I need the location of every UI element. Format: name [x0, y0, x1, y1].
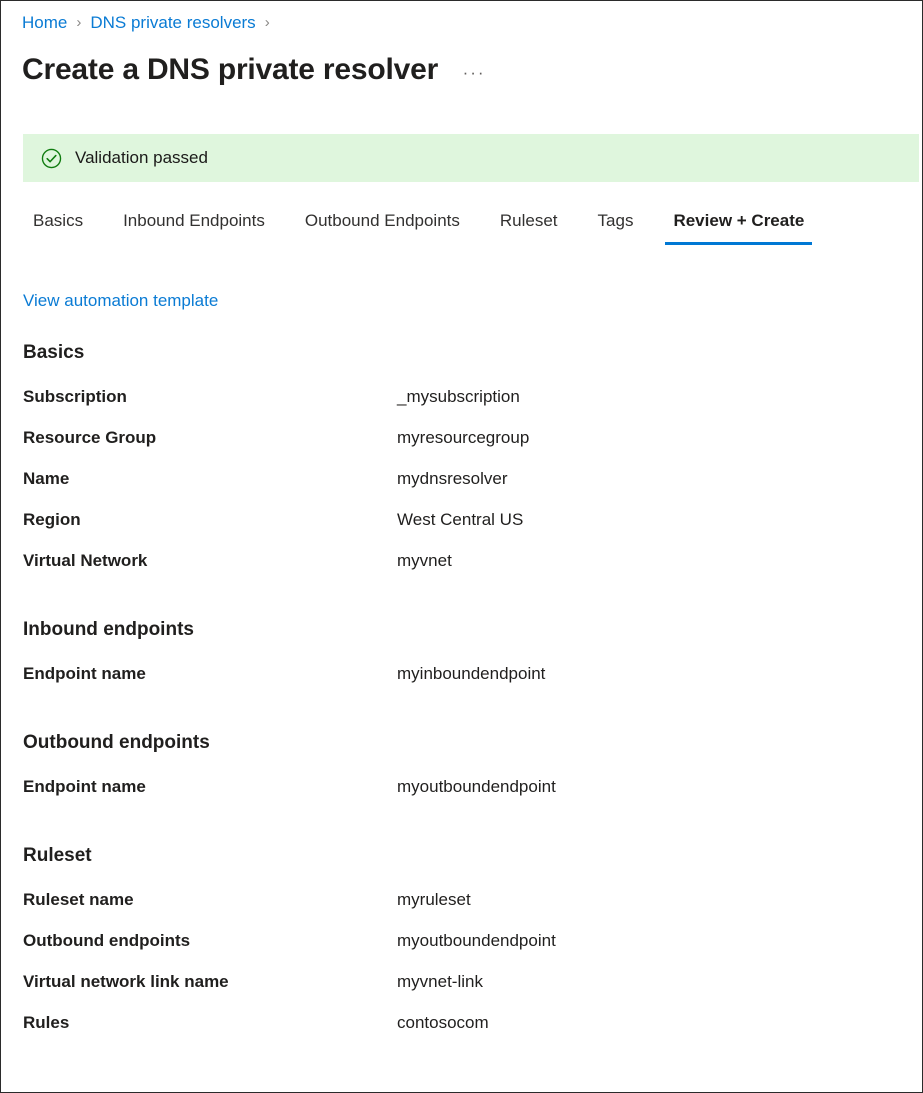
table-row: Outbound endpoints myoutboundendpoint — [23, 931, 903, 972]
validation-banner: Validation passed — [23, 134, 919, 182]
tab-outbound-endpoints[interactable]: Outbound Endpoints — [295, 207, 470, 245]
row-value: myinboundendpoint — [397, 664, 545, 684]
row-label: Outbound endpoints — [23, 931, 397, 951]
section-heading: Ruleset — [23, 844, 903, 868]
table-row: Name mydnsresolver — [23, 469, 903, 510]
row-label: Ruleset name — [23, 890, 397, 910]
row-value: myvnet-link — [397, 972, 483, 992]
tab-inbound-endpoints[interactable]: Inbound Endpoints — [113, 207, 275, 245]
row-value: West Central US — [397, 510, 523, 530]
breadcrumb-item-home[interactable]: Home — [22, 13, 67, 33]
breadcrumb-item-dns-private-resolvers[interactable]: DNS private resolvers — [90, 13, 255, 33]
section-ruleset: Ruleset Ruleset name myruleset Outbound … — [23, 844, 903, 1054]
section-heading: Basics — [23, 341, 903, 365]
row-value: mydnsresolver — [397, 469, 508, 489]
row-value: myruleset — [397, 890, 471, 910]
wizard-tabs: Basics Inbound Endpoints Outbound Endpoi… — [23, 207, 814, 245]
validation-message: Validation passed — [75, 148, 208, 168]
row-label: Rules — [23, 1013, 397, 1033]
portal-blade: Home › DNS private resolvers › Create a … — [0, 0, 923, 1093]
row-value: myvnet — [397, 551, 452, 571]
section-basics: Basics Subscription _mysubscription Reso… — [23, 341, 903, 592]
title-row: Create a DNS private resolver ··· — [22, 51, 488, 89]
row-label: Endpoint name — [23, 664, 397, 684]
breadcrumb-separator-icon: › — [76, 14, 81, 31]
table-row: Resource Group myresourcegroup — [23, 428, 903, 469]
breadcrumb: Home › DNS private resolvers › — [22, 11, 279, 35]
view-automation-template-link[interactable]: View automation template — [23, 291, 218, 311]
table-row: Virtual network link name myvnet-link — [23, 972, 903, 1013]
row-label: Subscription — [23, 387, 397, 407]
breadcrumb-separator-icon-2: › — [265, 14, 270, 31]
row-label: Name — [23, 469, 397, 489]
row-label: Virtual Network — [23, 551, 397, 571]
table-row: Subscription _mysubscription — [23, 387, 903, 428]
section-heading: Inbound endpoints — [23, 618, 903, 642]
table-row: Rules contosocom — [23, 1013, 903, 1054]
table-row: Virtual Network myvnet — [23, 551, 903, 592]
row-value: _mysubscription — [397, 387, 520, 407]
row-label: Resource Group — [23, 428, 397, 448]
section-inbound-endpoints: Inbound endpoints Endpoint name myinboun… — [23, 618, 903, 705]
table-row: Endpoint name myoutboundendpoint — [23, 777, 903, 818]
row-label: Region — [23, 510, 397, 530]
section-heading: Outbound endpoints — [23, 731, 903, 755]
row-value: myoutboundendpoint — [397, 931, 556, 951]
check-circle-icon — [41, 148, 62, 169]
review-content: View automation template Basics Subscrip… — [23, 291, 903, 1054]
row-value: myresourcegroup — [397, 428, 529, 448]
more-options-icon[interactable]: ··· — [460, 61, 488, 85]
row-label: Endpoint name — [23, 777, 397, 797]
table-row: Region West Central US — [23, 510, 903, 551]
tab-basics[interactable]: Basics — [23, 207, 93, 245]
row-value: myoutboundendpoint — [397, 777, 556, 797]
section-outbound-endpoints: Outbound endpoints Endpoint name myoutbo… — [23, 731, 903, 818]
table-row: Ruleset name myruleset — [23, 890, 903, 931]
tab-ruleset[interactable]: Ruleset — [490, 207, 568, 245]
row-label: Virtual network link name — [23, 972, 397, 992]
page-title: Create a DNS private resolver — [22, 51, 438, 89]
tab-tags[interactable]: Tags — [588, 207, 644, 245]
row-value: contosocom — [397, 1013, 489, 1033]
tab-review-create[interactable]: Review + Create — [663, 207, 814, 245]
table-row: Endpoint name myinboundendpoint — [23, 664, 903, 705]
